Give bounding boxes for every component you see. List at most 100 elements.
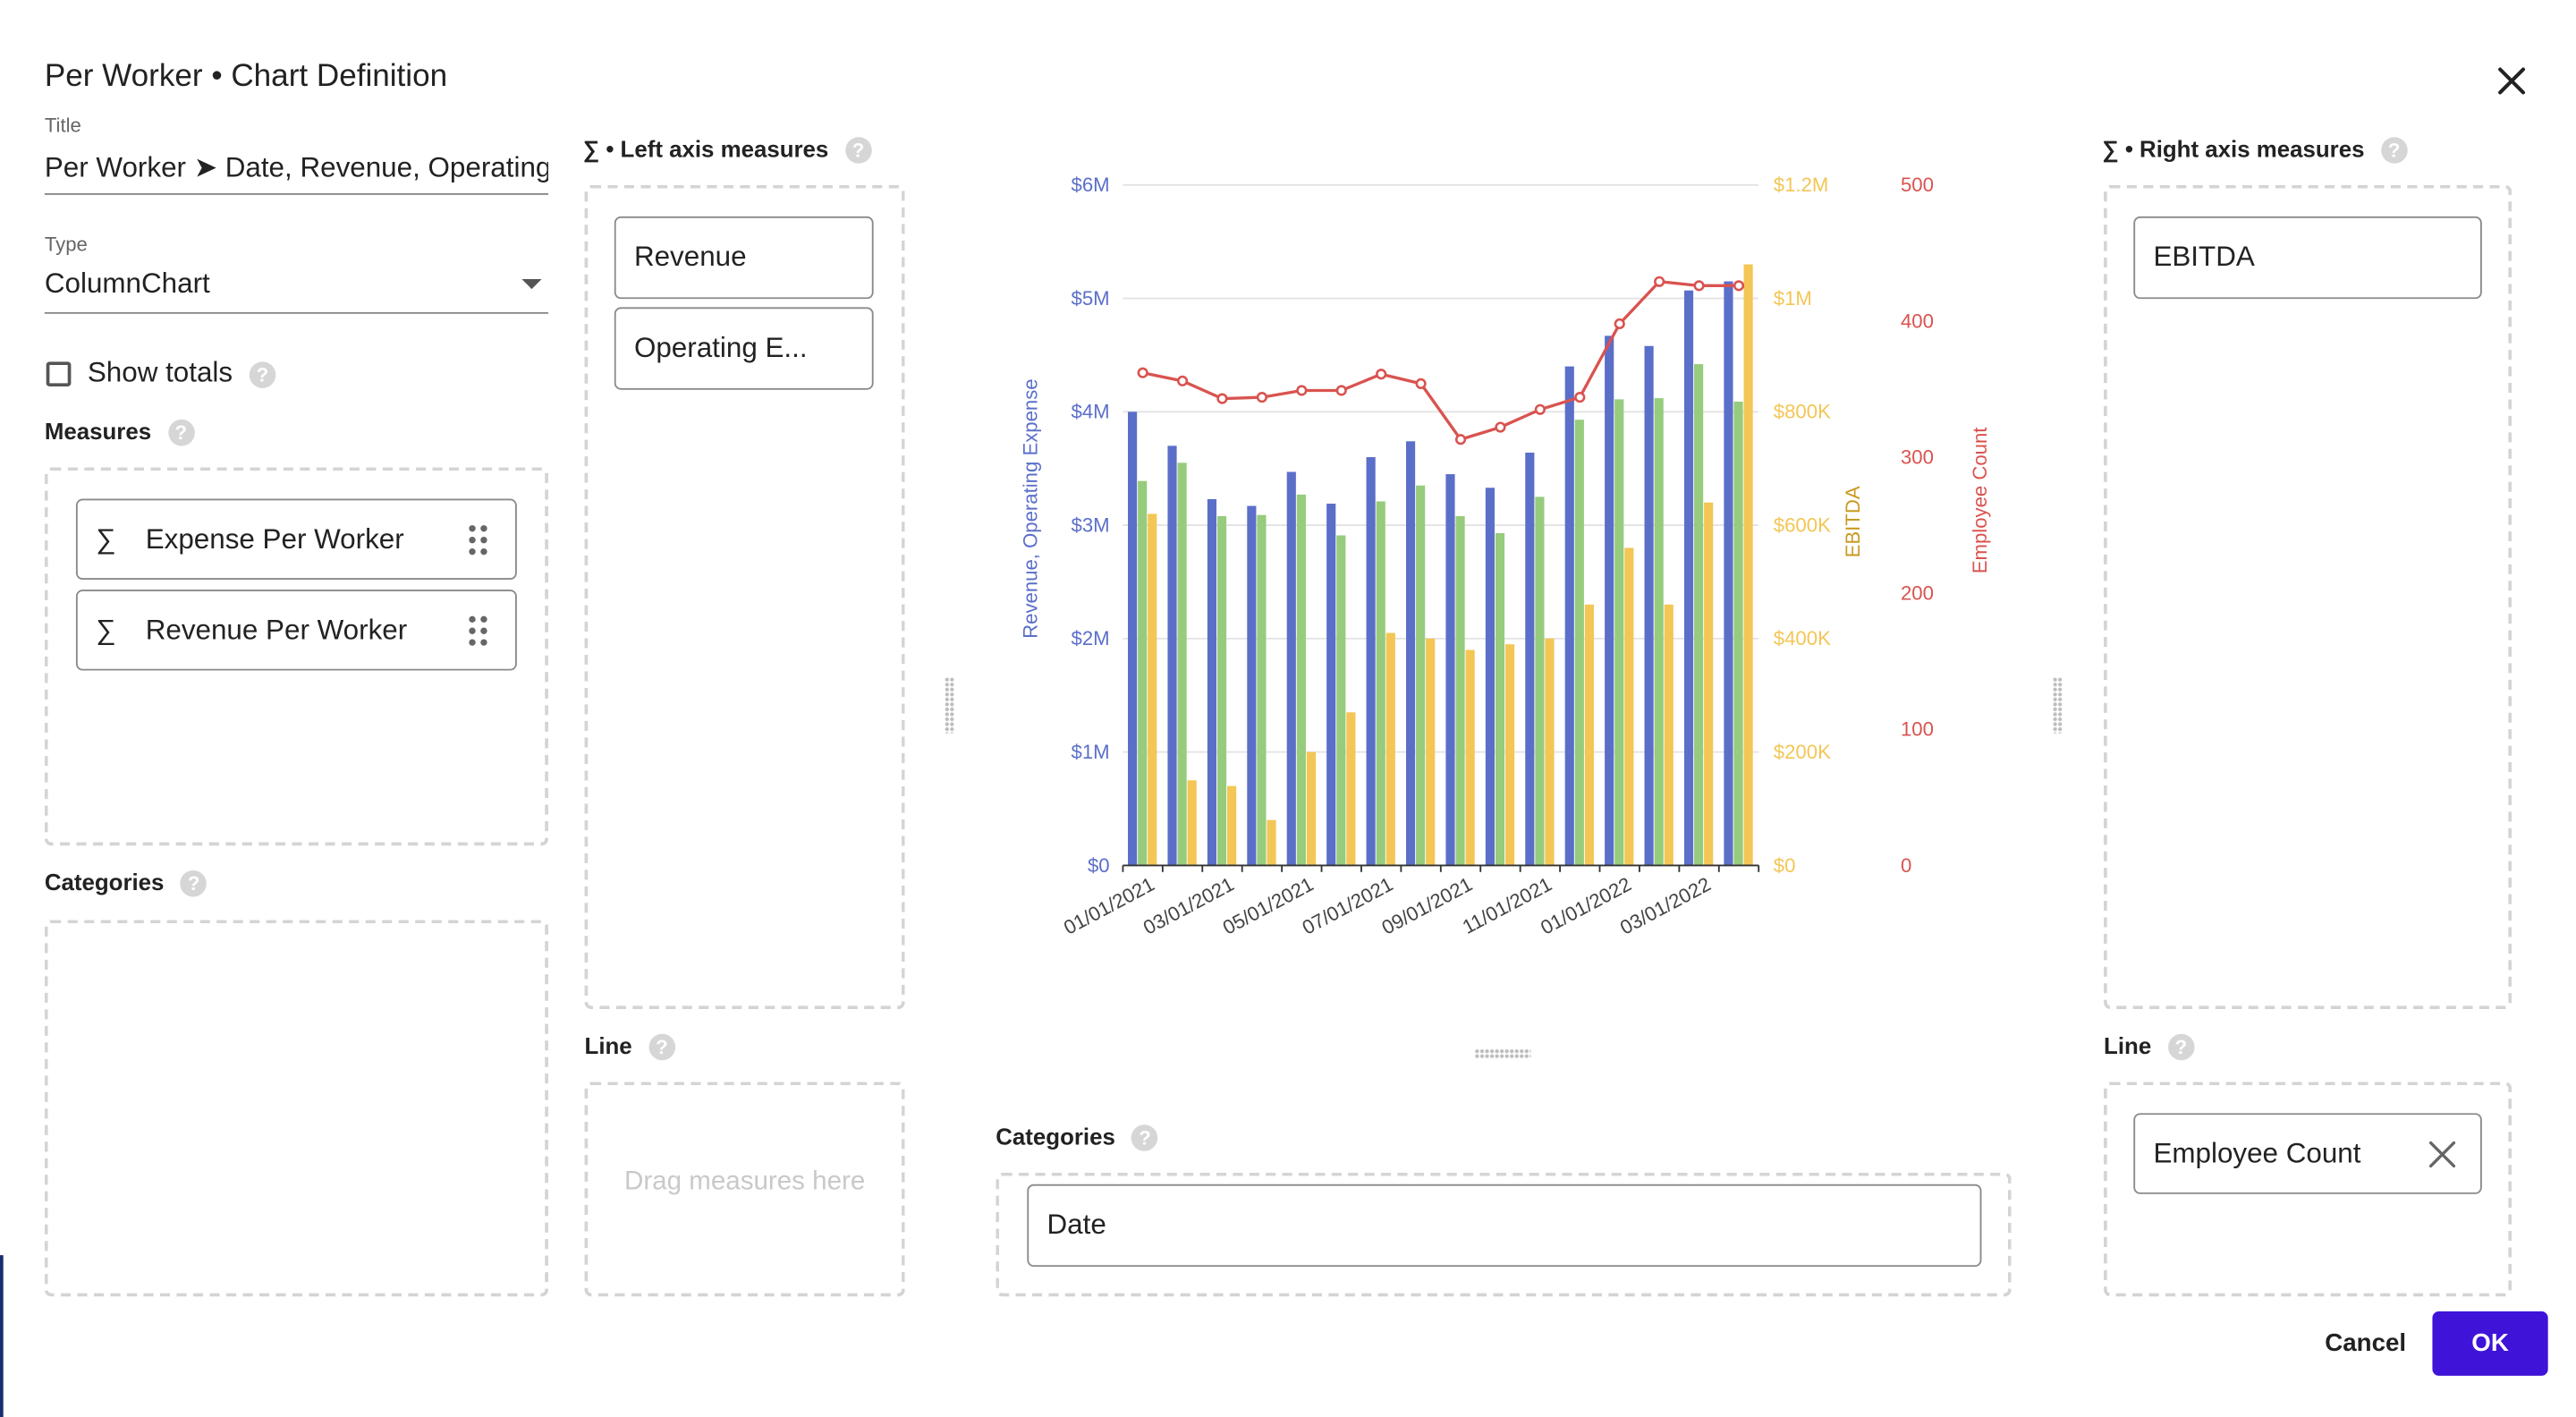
help-icon[interactable]: ?	[167, 420, 195, 447]
employee-count-point	[1137, 367, 1148, 378]
chart-bar	[1267, 819, 1276, 866]
chart-bar	[1187, 780, 1197, 866]
employee-axis-tick-label: 300	[1901, 445, 1934, 468]
ebitda-axis-tick-label: $400K	[1774, 627, 1831, 649]
type-select-value: ColumnChart	[44, 267, 210, 300]
left-axis-chip[interactable]: Operating E...	[614, 307, 874, 390]
right-axis-dropzone[interactable]	[2104, 184, 2512, 1010]
employee-count-point	[1454, 434, 1467, 445]
right-line-chip-label: Employee Count	[2153, 1137, 2361, 1169]
ebitda-axis-tick-label: $1M	[1774, 287, 1812, 310]
drag-handle-icon[interactable]	[469, 615, 488, 646]
x-axis-tick-label: 01/01/2021	[1060, 873, 1158, 939]
chart-bar	[1216, 515, 1227, 866]
left-line-dropzone[interactable]: Drag measures here	[584, 1082, 905, 1297]
vertical-splitter[interactable]	[2052, 676, 2063, 734]
measure-chip[interactable]: ∑ Revenue Per Worker	[75, 590, 517, 671]
left-axis-tick-label: $4M	[1072, 401, 1110, 423]
horizontal-splitter[interactable]	[1474, 1048, 1531, 1059]
employee-axis-tick-label: 400	[1901, 310, 1934, 332]
chart-bar	[1704, 502, 1714, 866]
chart-bar	[1733, 401, 1743, 866]
show-totals-checkbox[interactable]	[46, 361, 72, 387]
employee-axis-tick-label: 0	[1901, 854, 1911, 877]
left-axis-tick-label: $6M	[1072, 174, 1110, 196]
chart-bar	[1326, 504, 1336, 866]
categories-dropzone[interactable]	[44, 920, 548, 1297]
chart-bar	[1207, 498, 1217, 866]
dialog-title: Per Worker • Chart Definition	[44, 59, 448, 95]
ebitda-axis-tick-label: $600K	[1774, 513, 1831, 536]
help-icon[interactable]: ?	[2380, 137, 2408, 165]
chart-bar	[1574, 420, 1584, 866]
chart-bar	[1247, 505, 1257, 866]
left-axis-chip-label: Operating E...	[633, 332, 808, 364]
chart-bar	[1177, 462, 1187, 866]
help-icon[interactable]: ?	[180, 870, 208, 898]
drag-handle-icon[interactable]	[469, 525, 488, 556]
chart-bar	[1614, 399, 1624, 866]
close-icon[interactable]	[2428, 1140, 2457, 1169]
chart-bar	[1455, 515, 1465, 866]
left-axis-chip-label: Revenue	[633, 241, 747, 273]
employee-axis-tick-label: 200	[1901, 582, 1934, 605]
chart-bar	[1376, 501, 1385, 866]
chart-bar	[1296, 494, 1306, 866]
chart-bar	[1654, 398, 1664, 866]
left-axis-tick-label: $1M	[1072, 741, 1110, 763]
measure-chip[interactable]: ∑ Expense Per Worker	[75, 498, 517, 581]
right-axis-heading: ∑ • Right axis measures?	[2102, 135, 2408, 165]
title-input[interactable]: Per Worker ➤ Date, Revenue, Operating	[44, 152, 548, 195]
chevron-down-icon	[521, 279, 542, 290]
chart-bar	[1564, 366, 1574, 866]
help-icon[interactable]: ?	[648, 1034, 675, 1061]
chart-bar	[1426, 638, 1436, 866]
right-axis-chip[interactable]: EBITDA	[2133, 216, 2482, 300]
show-totals-label: Show totals?	[88, 357, 276, 390]
x-axis-tick-label: 01/01/2022	[1537, 873, 1635, 939]
left-axis-tick-label: $2M	[1072, 627, 1110, 649]
employee-count-point	[1614, 318, 1625, 330]
category-chip-label: Date	[1046, 1209, 1106, 1241]
chart-bar	[1138, 480, 1148, 866]
employee-count-point	[1534, 403, 1546, 415]
help-icon[interactable]: ?	[2167, 1034, 2195, 1061]
employee-count-point	[1693, 280, 1705, 292]
chart-bar	[1465, 649, 1475, 866]
chart-bar	[1535, 496, 1545, 866]
measure-chip-label: Expense Per Worker	[145, 522, 404, 555]
ebitda-axis-tick-label: $800K	[1774, 401, 1831, 423]
chart-bar	[1366, 457, 1376, 866]
chart-bar	[1227, 785, 1237, 866]
category-chip[interactable]: Date	[1027, 1184, 1982, 1268]
employee-count-point	[1574, 391, 1586, 403]
x-axis-tick-label: 07/01/2021	[1299, 873, 1397, 939]
type-field-label: Type	[44, 233, 88, 257]
help-icon[interactable]: ?	[1131, 1124, 1158, 1152]
employee-count-point	[1376, 369, 1387, 380]
type-select[interactable]: ColumnChart	[44, 267, 548, 314]
ebitda-axis-tick-label: $0	[1774, 854, 1796, 877]
close-icon[interactable]	[2490, 59, 2533, 102]
help-icon[interactable]: ?	[249, 361, 276, 387]
ok-button[interactable]: OK	[2432, 1311, 2548, 1376]
ebitda-axis-tick-label: $200K	[1774, 741, 1831, 763]
left-axis-tick-label: $3M	[1072, 513, 1110, 536]
chart-bar	[1405, 441, 1416, 866]
right-line-chip[interactable]: Employee Count	[2133, 1113, 2482, 1194]
chart-bar	[1724, 281, 1733, 866]
chart-bar	[1525, 452, 1535, 866]
help-icon[interactable]: ?	[844, 137, 872, 165]
left-axis-tick-label: $0	[1088, 854, 1110, 877]
measures-heading: Measures?	[45, 418, 195, 447]
employee-count-point	[1495, 421, 1506, 433]
left-axis-chip[interactable]: Revenue	[614, 216, 874, 300]
title-field-label: Title	[44, 114, 81, 138]
employee-axis-tick-label: 100	[1901, 718, 1934, 741]
left-axis-title: Revenue, Operating Expense	[1019, 378, 1041, 638]
chart-bar	[1495, 532, 1505, 866]
chart-bar	[1306, 751, 1317, 866]
cancel-button[interactable]: Cancel	[2303, 1311, 2427, 1374]
chart-bar	[1286, 471, 1296, 866]
employee-count-point	[1335, 385, 1347, 396]
